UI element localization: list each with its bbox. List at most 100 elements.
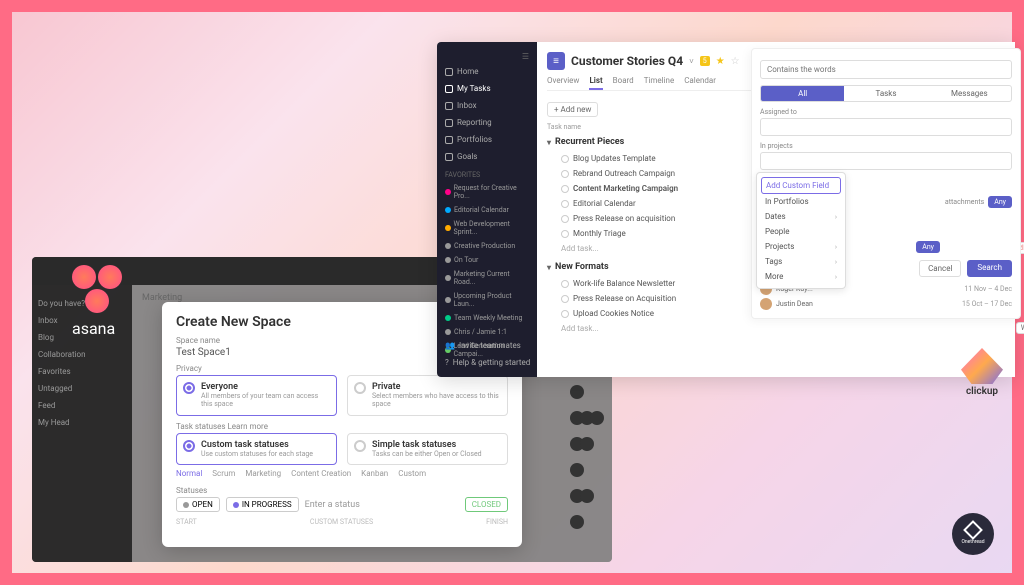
filter-dates[interactable]: Dates› (761, 209, 841, 224)
status-circle-icon (561, 230, 569, 238)
filter-tags[interactable]: Tags› (761, 254, 841, 269)
tab-board[interactable]: Board (613, 76, 634, 86)
tab-list[interactable]: List (589, 76, 602, 90)
fav-item[interactable]: Editorial Calendar (443, 203, 531, 217)
filter-portfolios[interactable]: In Portfolios (761, 194, 841, 209)
sidebar-item[interactable]: Collaboration (38, 346, 126, 363)
nav-inbox[interactable]: Inbox (443, 97, 531, 114)
filter-people[interactable]: People (761, 224, 841, 239)
nav-portfolios[interactable]: Portfolios (443, 131, 531, 148)
nav-reporting[interactable]: Reporting (443, 114, 531, 131)
attachments-label: attachments (945, 198, 984, 206)
home-icon (445, 68, 453, 76)
seg-messages[interactable]: Messages (928, 86, 1011, 101)
invite-teammates[interactable]: 👥Invite teammates (443, 337, 532, 354)
sidebar-item[interactable]: Feed (38, 397, 126, 414)
filter-popover: Add Custom Field In Portfolios Dates› Pe… (756, 172, 846, 289)
add-new-button[interactable]: + Add new (547, 102, 598, 117)
menu-button[interactable]: ≡ (547, 52, 565, 70)
help-icon: ? (445, 358, 449, 367)
search-input[interactable] (760, 60, 1012, 79)
sidebar-item[interactable]: My Head (38, 414, 126, 431)
chevron-down-icon[interactable]: ˅ (689, 57, 694, 66)
status-input[interactable]: Enter a status (305, 500, 459, 510)
chevron-right-icon: › (835, 258, 837, 266)
diamond-icon (963, 520, 983, 540)
privacy-private[interactable]: PrivateSelect members who have access to… (347, 375, 508, 416)
check-icon (445, 85, 453, 93)
status-circle-icon (561, 215, 569, 223)
search-button[interactable]: Search (967, 260, 1012, 277)
fav-item[interactable]: Creative Production (443, 239, 531, 253)
fav-item[interactable]: Marketing Current Road... (443, 267, 531, 289)
chevron-right-icon: › (835, 213, 837, 221)
assigned-input[interactable] (760, 118, 1012, 136)
chart-icon (445, 119, 453, 127)
search-segments: All Tasks Messages (760, 85, 1012, 102)
target-icon (445, 153, 453, 161)
seg-tasks[interactable]: Tasks (844, 86, 927, 101)
add-custom-field[interactable]: Add Custom Field (761, 177, 841, 194)
privacy-everyone[interactable]: EveryoneAll members of your team can acc… (176, 375, 337, 416)
nav-home[interactable]: Home (443, 63, 531, 80)
inprogress-status[interactable]: IN PROGRESS (226, 497, 299, 512)
tab-calendar[interactable]: Calendar (684, 76, 716, 86)
status-templates[interactable]: NormalScrumMarketingContent CreationKanb… (176, 469, 508, 478)
closed-status[interactable]: CLOSED (465, 497, 508, 512)
status-circle-icon (561, 155, 569, 163)
radio-icon (183, 382, 195, 394)
status-circle-icon (561, 200, 569, 208)
clickup-logo: clickup (961, 348, 1003, 397)
fav-item[interactable]: On Tour (443, 253, 531, 267)
nav-my-tasks[interactable]: My Tasks (443, 80, 531, 97)
nav-goals[interactable]: Goals (443, 148, 531, 165)
fav-item[interactable]: Request for Creative Pro... (443, 181, 531, 203)
filter-projects[interactable]: Projects› (761, 239, 841, 254)
fav-item[interactable]: Upcoming Product Laun... (443, 289, 531, 311)
badge: 5 (700, 56, 710, 66)
filter-more[interactable]: More› (761, 269, 841, 284)
status-circle-icon (561, 280, 569, 288)
star-outline-icon[interactable]: ☆ (731, 56, 740, 67)
inbox-icon (445, 102, 453, 110)
fav-item[interactable]: Team Weekly Meeting (443, 311, 531, 325)
sidebar-item[interactable]: Untagged (38, 380, 126, 397)
search-filter-panel: All Tasks Messages Assigned to In projec… (751, 48, 1021, 319)
status-circle-icon (561, 295, 569, 303)
assigned-label: Assigned to (760, 108, 1012, 116)
onethread-badge[interactable]: Onethread (952, 513, 994, 555)
add-task-button[interactable]: Add task... (547, 321, 1005, 336)
open-status[interactable]: OPEN (176, 497, 220, 512)
menu-icon[interactable]: ☰ (522, 52, 529, 61)
any-pill[interactable]: Any (916, 241, 940, 253)
task-status-label: Task statuses Learn more (176, 422, 508, 431)
seg-all[interactable]: All (761, 86, 844, 101)
work-badge[interactable]: Work a... (1016, 322, 1024, 334)
projects-label: In projects (760, 142, 1012, 150)
fav-item[interactable]: Web Development Sprint... (443, 217, 531, 239)
star-icon[interactable]: ★ (716, 56, 725, 67)
statuses-label: Statuses (176, 486, 508, 495)
radio-icon (354, 440, 366, 452)
any-pill[interactable]: Any (988, 196, 1012, 208)
simple-statuses[interactable]: Simple task statusesTasks can be either … (347, 433, 508, 465)
status-circle-icon (561, 185, 569, 193)
chevron-right-icon: › (835, 273, 837, 281)
user-icon: 👥 (445, 341, 455, 350)
folder-icon (445, 136, 453, 144)
assignee-row[interactable]: Justin Dean15 Oct – 17 Dec (760, 298, 1012, 310)
projects-input[interactable] (760, 152, 1012, 170)
cancel-button[interactable]: Cancel (919, 260, 961, 277)
help-link[interactable]: ?Help & getting started (443, 354, 532, 371)
clickup-panel: ☰ Home My Tasks Inbox Reporting Portfoli… (437, 42, 1015, 377)
clickup-sidebar: ☰ Home My Tasks Inbox Reporting Portfoli… (437, 42, 537, 377)
chevron-down-icon: ▾ (547, 138, 551, 147)
status-circle-icon (561, 170, 569, 178)
clickup-main: ≡ Customer Stories Q4 ˅ 5 ★ ☆ Overview L… (537, 42, 1015, 377)
tab-timeline[interactable]: Timeline (644, 76, 675, 86)
tab-overview[interactable]: Overview (547, 76, 579, 86)
chevron-right-icon: › (835, 243, 837, 251)
status-circle-icon (561, 310, 569, 318)
sidebar-item[interactable]: Favorites (38, 363, 126, 380)
custom-statuses[interactable]: Custom task statusesUse custom statuses … (176, 433, 337, 465)
